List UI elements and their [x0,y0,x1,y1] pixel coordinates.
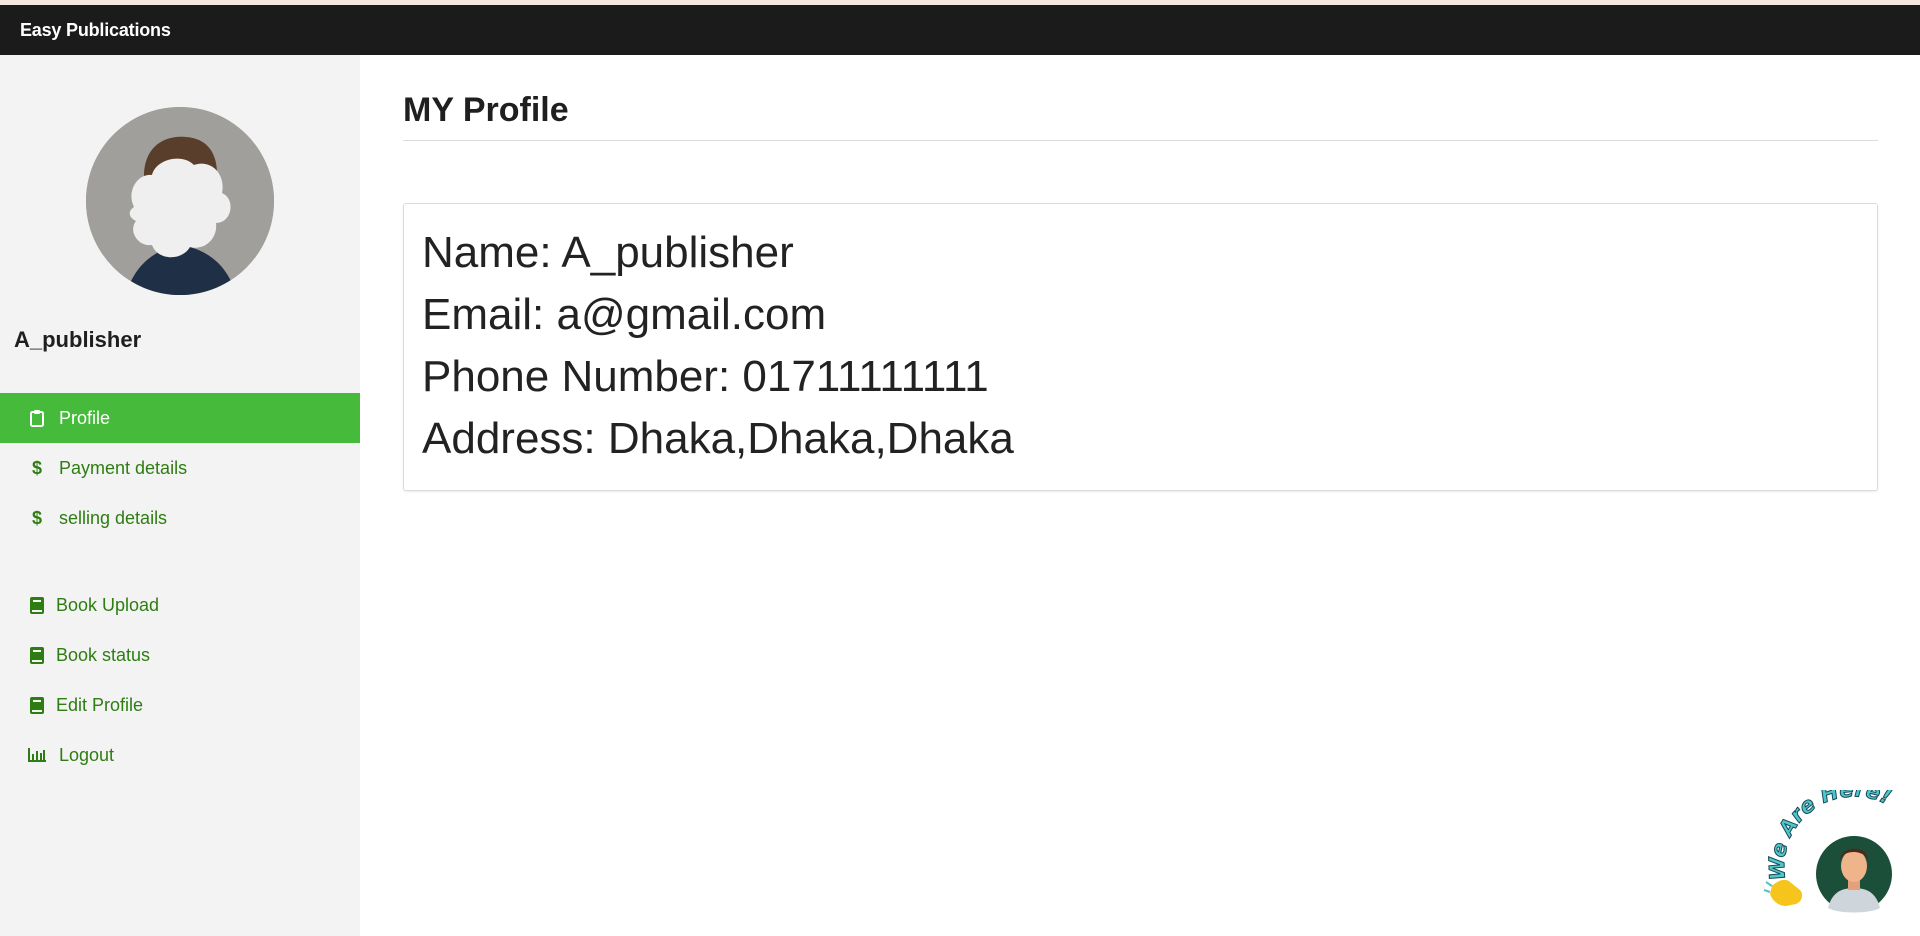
sidebar-item-label: Book status [56,644,151,665]
clipboard-icon [26,407,48,429]
sidebar-item-selling-details[interactable]: $ selling details [0,493,360,543]
book-icon [26,694,48,716]
navbar: Easy Publications [0,5,1920,55]
sidebar-item-label: Book Upload [56,594,160,615]
chat-widget-button[interactable]: We Are Here! [1762,777,1920,922]
dollar-icon: $ [31,507,42,528]
profile-phone: Phone Number: 01711111111 [422,352,989,401]
agent-avatar-icon [1816,836,1892,913]
bar-chart-icon [26,744,48,766]
sidebar-item-payment-details[interactable]: $ Payment details [0,443,360,493]
brand-link[interactable]: Easy Publications [20,20,171,41]
book-icon [26,594,48,616]
profile-address: Address: Dhaka,Dhaka,Dhaka [422,414,1014,463]
sidebar-item-label: Profile [59,407,111,428]
book-icon [26,644,48,666]
sidebar-item-label: Logout [59,744,115,765]
sidebar-item-logout[interactable]: Logout [0,730,360,780]
waving-hand-icon [1763,879,1803,906]
sidebar-item-profile[interactable]: Profile [0,393,360,443]
sidebar-item-edit-profile[interactable]: Edit Profile [0,680,360,730]
sidebar-item-book-status[interactable]: Book status [0,630,360,680]
sidebar-item-label: Edit Profile [56,694,144,715]
profile-card: Name: A_publisher Email: a@gmail.com Pho… [403,203,1878,491]
sidebar-username: A_publisher [14,327,142,352]
profile-name: Name: A_publisher [422,228,794,277]
sidebar-menu: Profile $ Payment details $ selling deta… [0,393,360,780]
sidebar-item-label: selling details [59,507,168,528]
page-title: MY Profile [403,91,1878,141]
dollar-icon: $ [31,457,42,478]
avatar [86,107,274,295]
menu-spacer [0,543,360,580]
sidebar-item-book-upload[interactable]: Book Upload [0,580,360,630]
main-content: MY Profile Name: A_publisher Email: a@gm… [403,55,1878,491]
profile-email: Email: a@gmail.com [422,290,827,339]
sidebar: A_publisher Profile $ Payment details $ … [0,55,360,936]
sidebar-item-label: Payment details [59,457,188,478]
